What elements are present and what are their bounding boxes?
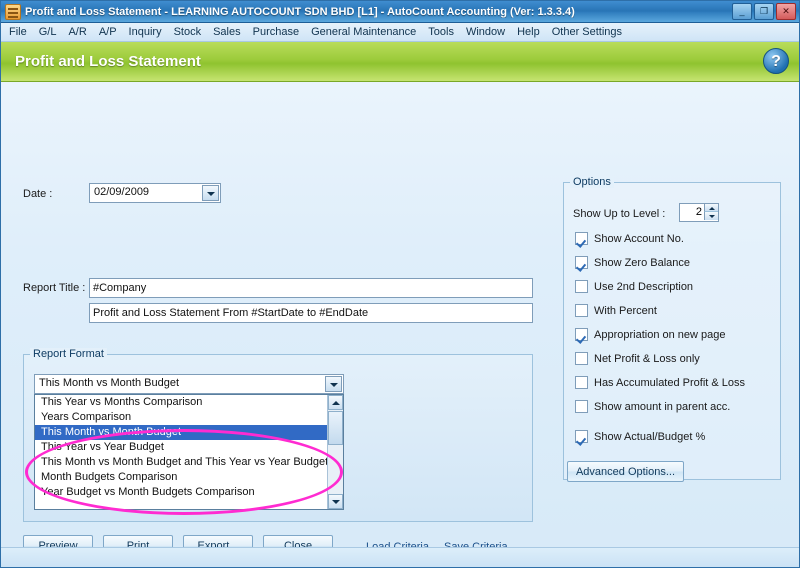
stepper-buttons[interactable] [704,204,718,221]
menu-item-ap[interactable]: A/P [93,24,123,40]
advanced-options-button[interactable]: Advanced Options... [567,461,684,482]
checkbox-box [575,376,588,389]
menu-item-sales[interactable]: Sales [207,24,247,40]
page-title: Profit and Loss Statement [15,53,201,70]
ledger-icon [5,3,21,20]
show-up-to-level-label: Show Up to Level : [573,208,666,220]
dropdown-option-this-month-vs-month-budget-and-this-year-vs-year-budget[interactable]: This Month vs Month Budget and This Year… [35,455,343,470]
close-window-button[interactable]: ✕ [776,3,796,20]
menu-item-gl[interactable]: G/L [33,24,63,40]
checkbox-box [575,280,588,293]
application-window: Profit and Loss Statement - LEARNING AUT… [0,0,800,568]
report-format-group-label: Report Format [30,348,107,360]
scrollbar-thumb[interactable] [328,411,343,445]
dropdown-scrollbar[interactable] [327,395,343,509]
dropdown-option-month-budgets-comparison[interactable]: Month Budgets Comparison [35,470,343,485]
menu-item-other-settings[interactable]: Other Settings [546,24,628,40]
checkbox-box [575,304,588,317]
help-icon[interactable]: ? [763,48,789,74]
menu-item-purchase[interactable]: Purchase [247,24,305,40]
minimize-button[interactable]: _ [732,3,752,20]
checkbox-label: With Percent [594,304,657,317]
checkbox-has-accumulated-profit-loss[interactable]: Has Accumulated Profit & Loss [575,376,745,389]
checkbox-net-profit-loss-only[interactable]: Net Profit & Loss only [575,352,700,365]
menu-item-help[interactable]: Help [511,24,546,40]
dropdown-option-years-comparison[interactable]: Years Comparison [35,410,343,425]
checkbox-show-zero-balance[interactable]: Show Zero Balance [575,256,690,269]
status-bar [1,547,799,567]
checkbox-box [575,400,588,413]
calendar-dropdown-icon[interactable] [202,185,219,201]
maximize-button[interactable]: ❐ [754,3,774,20]
checkbox-label: Use 2nd Description [594,280,694,293]
checkbox-label: Show Actual/Budget % [594,430,706,443]
menubar: File G/L A/R A/P Inquiry Stock Sales Pur… [1,23,799,42]
checkbox-box [575,352,588,365]
dropdown-option-this-month-vs-month-budget[interactable]: This Month vs Month Budget [35,425,343,440]
checkbox-show-amount-in-parent-acc[interactable]: Show amount in parent acc. [575,400,730,413]
checkbox-label: Show Zero Balance [594,256,690,269]
checkbox-with-percent[interactable]: With Percent [575,304,657,317]
checkbox-use-2nd-description[interactable]: Use 2nd Description [575,280,693,293]
checkbox-box [575,256,588,269]
menu-item-file[interactable]: File [3,24,33,40]
checkbox-label: Net Profit & Loss only [594,352,700,365]
date-label: Date : [23,188,53,200]
page-header: Profit and Loss Statement ? [1,42,799,82]
window-title: Profit and Loss Statement - LEARNING AUT… [25,5,575,18]
checkbox-label: Show amount in parent acc. [594,400,731,413]
checkbox-show-account-no[interactable]: Show Account No. [575,232,684,245]
checkbox-box [575,328,588,341]
checkbox-label: Has Accumulated Profit & Loss [594,376,746,389]
menu-item-window[interactable]: Window [460,24,511,40]
dropdown-option-this-year-vs-months-comparison[interactable]: This Year vs Months Comparison [35,395,343,410]
checkbox-label: Show Account No. [594,232,684,245]
checkbox-show-actual-budget-percent[interactable]: Show Actual/Budget % [575,430,705,443]
scroll-up-icon[interactable] [328,395,343,410]
menu-item-general-maintenance[interactable]: General Maintenance [305,24,422,40]
stepper-up-icon[interactable] [704,204,718,212]
menu-item-ar[interactable]: A/R [62,24,92,40]
show-up-to-level-value: 2 [695,206,702,218]
menu-item-tools[interactable]: Tools [422,24,460,40]
window-controls: _ ❐ ✕ [732,3,796,20]
report-format-combo[interactable]: This Month vs Month Budget [34,374,344,394]
report-format-selected-value: This Month vs Month Budget [39,377,180,389]
menu-item-stock[interactable]: Stock [168,24,208,40]
options-group-label: Options [570,176,614,188]
dropdown-option-year-budget-vs-month-budgets-comparison[interactable]: Year Budget vs Month Budgets Comparison [35,485,343,500]
form-area: Date : 02/09/2009 Report Title : #Compan… [1,82,799,567]
checkbox-label: Appropriation on new page [594,328,726,341]
checkbox-appropriation-on-new-page[interactable]: Appropriation on new page [575,328,725,341]
chevron-down-icon[interactable] [325,376,342,392]
report-format-dropdown-list[interactable]: This Year vs Months Comparison Years Com… [34,394,344,510]
checkbox-box [575,232,588,245]
date-value: 02/09/2009 [94,186,150,198]
report-title-label: Report Title : [23,282,86,294]
report-title-line2-input[interactable]: Profit and Loss Statement From #StartDat… [89,303,533,323]
report-title-line1-input[interactable]: #Company [89,278,533,298]
menu-item-inquiry[interactable]: Inquiry [123,24,168,40]
show-up-to-level-stepper[interactable]: 2 [679,203,719,222]
date-input[interactable]: 02/09/2009 [89,183,221,203]
dropdown-option-this-year-vs-year-budget[interactable]: This Year vs Year Budget [35,440,343,455]
scroll-down-icon[interactable] [328,494,343,509]
window-titlebar: Profit and Loss Statement - LEARNING AUT… [1,1,799,23]
checkbox-box [575,430,588,443]
stepper-down-icon[interactable] [704,212,718,220]
